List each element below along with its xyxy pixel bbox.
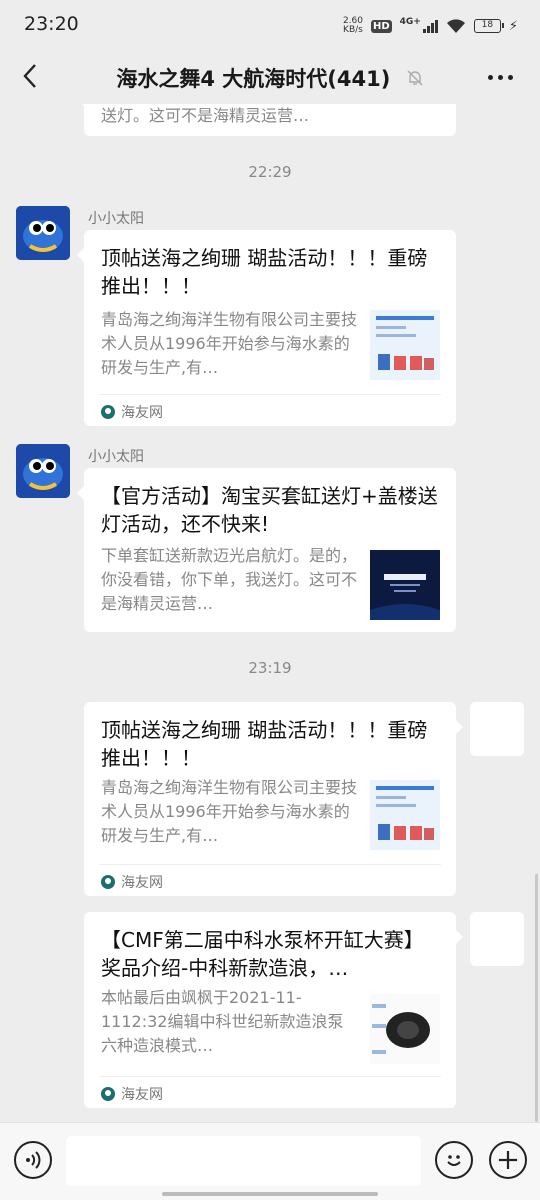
emoji-button[interactable] [435, 1141, 473, 1179]
cell-signal-icon: 4G+ [400, 17, 438, 33]
haiyou-logo-icon [101, 1087, 115, 1101]
home-indicator[interactable] [162, 1192, 378, 1196]
self-avatar[interactable] [470, 702, 524, 756]
status-time: 23:20 [24, 13, 79, 35]
timestamp: 22:29 [248, 163, 292, 181]
card-description: 青岛海之绚海洋生物有限公司主要技术人员从1996年开始参与海水素的研发与生产,有… [101, 310, 357, 377]
card-thumbnail [370, 994, 440, 1064]
more-button[interactable] [482, 62, 518, 92]
hd-icon: HD [370, 19, 392, 33]
card-description: 青岛海之绚海洋生物有限公司主要技术人员从1996年开始参与海水素的研发与生产,有… [101, 778, 357, 845]
link-card-partial[interactable]: 送灯。这可不是海精灵运营… [77, 104, 456, 136]
chat-title: 海水之舞4 大航海时代(441) [0, 63, 540, 93]
sender-name: 小小太阳 [88, 211, 144, 227]
link-card[interactable]: 顶帖送海之绚珊 瑚盐活动！！！重磅推出！！！ 青岛海之绚海洋生物有限公司主要技术… [77, 230, 456, 426]
card-description: 本帖最后由飒枫于2021-11-1112:32编辑中科世纪新款造浪泵六种造浪模式… [101, 988, 344, 1055]
card-title: 【官方活动】淘宝买套缸送灯+盖楼送灯活动，还不快来! [101, 484, 438, 536]
charging-icon: ⚡ [508, 18, 518, 34]
card-thumbnail [370, 550, 440, 620]
self-avatar[interactable] [470, 912, 524, 966]
fish-avatar-icon [16, 444, 70, 498]
haiyou-logo-icon [101, 405, 115, 419]
card-source: 海友网 [101, 402, 163, 422]
message-input[interactable] [66, 1136, 421, 1186]
card-divider [99, 864, 441, 865]
link-card[interactable]: 【官方活动】淘宝买套缸送灯+盖楼送灯活动，还不快来! 下单套缸送新款迈光启航灯。… [77, 468, 456, 632]
card-description: 下单套缸送新款迈光启航灯。是的，你没看错，你下单，我送灯。这可不是海精灵运营… [101, 546, 357, 613]
card-title: 顶帖送海之绚珊 瑚盐活动！！！重磅推出！！！ [101, 718, 428, 770]
emoji-icon [447, 1155, 461, 1166]
battery-icon: 18 [473, 19, 504, 33]
message-list[interactable]: 送灯。这可不是海精灵运营… 22:29 小小太阳 顶帖送海之绚珊 瑚盐活动！！！… [0, 104, 540, 1122]
card-source: 海友网 [101, 872, 163, 892]
link-card[interactable]: 顶帖送海之绚珊 瑚盐活动！！！重磅推出！！！ 青岛海之绚海洋生物有限公司主要技术… [84, 702, 463, 896]
card-title: 【CMF第二届中科水泵杯开缸大赛】奖品介绍-中科新款造浪，… [101, 928, 424, 980]
input-bar [0, 1122, 540, 1200]
link-card[interactable]: 【CMF第二届中科水泵杯开缸大赛】奖品介绍-中科新款造浪，… 本帖最后由飒枫于2… [84, 912, 463, 1108]
plus-button[interactable] [489, 1141, 527, 1179]
card-thumbnail [370, 310, 440, 380]
more-dots-icon [487, 74, 493, 80]
status-icons: 2.60 KB/s HD 4G+ 18 ⚡ [343, 14, 518, 38]
network-speed: 2.60 KB/s [342, 16, 363, 35]
fish-avatar-icon [16, 206, 70, 260]
card-title: 顶帖送海之绚珊 瑚盐活动！！！重磅推出！！！ [101, 246, 428, 298]
card-description: 送灯。这可不是海精灵运营… [101, 106, 310, 125]
timestamp: 23:19 [248, 659, 292, 677]
card-divider [99, 394, 441, 395]
card-divider [99, 1076, 441, 1077]
plus-icon [499, 1151, 517, 1169]
scrollbar[interactable] [535, 874, 538, 1122]
bell-off-icon [407, 70, 423, 86]
avatar[interactable] [16, 206, 70, 260]
avatar[interactable] [16, 444, 70, 498]
voice-button[interactable] [14, 1141, 52, 1179]
chat-header: 海水之舞4 大航海时代(441) [0, 50, 540, 104]
status-bar: 23:20 2.60 KB/s HD 4G+ 18 ⚡ [0, 0, 540, 50]
sender-name: 小小太阳 [88, 449, 144, 465]
card-source: 海友网 [101, 1084, 163, 1104]
haiyou-logo-icon [101, 875, 115, 889]
wifi-icon [446, 19, 465, 33]
voice-icon [26, 1151, 41, 1169]
card-thumbnail [370, 780, 440, 850]
